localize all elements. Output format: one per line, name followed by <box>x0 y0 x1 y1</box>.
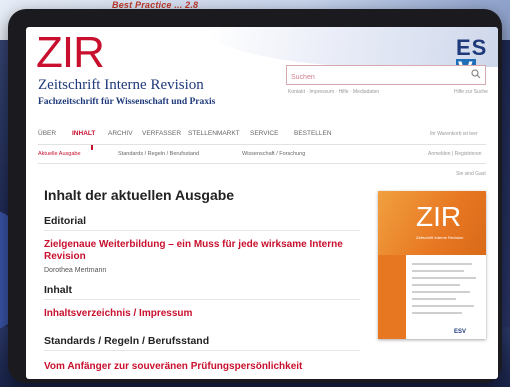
subnav-item-standards[interactable]: Standards / Regeln / Berufsstand <box>118 151 199 157</box>
cover-subtitle: Zeitschrift Interne Revision <box>416 235 464 240</box>
nav-item-verfasser[interactable]: VERFASSER <box>142 130 181 137</box>
search-box <box>286 65 486 87</box>
cover-text-lines <box>412 263 478 319</box>
article-link[interactable]: Zielgenaue Weiterbildung – ein Muss für … <box>44 239 344 263</box>
utility-links[interactable]: Kontakt · Impressum · Hilfe · Mediadaten <box>288 89 379 95</box>
section-title-inhalt: Inhalt <box>44 284 72 296</box>
search-icon[interactable] <box>471 69 481 79</box>
nav-item-stellenmarkt[interactable]: STELLENMARKT <box>188 130 240 137</box>
nav-item-archiv[interactable]: ARCHIV <box>108 130 133 137</box>
nav-item-ueber[interactable]: ÜBER <box>38 130 56 137</box>
sub-nav: Aktuelle Ausgabe Standards / Regeln / Be… <box>38 151 486 164</box>
article-link[interactable]: Vom Anfänger zur souveränen Prüfungspers… <box>44 361 302 373</box>
nav-item-inhalt[interactable]: INHALT <box>72 130 95 137</box>
search-input[interactable] <box>287 68 465 87</box>
section-title-standards: Standards / Regeln / Berufsstand <box>44 335 210 347</box>
nav-item-bestellen[interactable]: BESTELLEN <box>294 130 332 137</box>
cover-publisher-logo: ESV <box>454 329 467 335</box>
site-subtitle: Fachzeitschrift für Wissenschaft und Pra… <box>38 97 216 107</box>
issue-cover-image[interactable]: ZIR Zeitschrift Interne Revision ESV <box>378 191 486 339</box>
cart-status[interactable]: Ihr Warenkorb ist leer <box>430 131 478 137</box>
cover-side-stripe <box>378 255 406 339</box>
section-title-editorial: Editorial <box>44 215 87 227</box>
site-title: Zeitschrift Interne Revision <box>38 77 204 93</box>
cover-title: ZIR <box>416 201 462 232</box>
user-status: Sie sind Gast <box>456 171 486 177</box>
section-divider <box>44 299 360 300</box>
tablet-frame: ZIR Zeitschrift Interne Revision Fachzei… <box>8 9 502 383</box>
subnav-item-wissenschaft[interactable]: Wissenschaft / Forschung <box>242 151 305 157</box>
header-swoosh <box>206 27 498 67</box>
main-nav: ÜBER INHALT ARCHIV VERFASSER STELLENMARK… <box>38 130 486 145</box>
section-divider <box>44 350 360 351</box>
nav-item-service[interactable]: SERVICE <box>250 130 278 137</box>
article-link[interactable]: Inhaltsverzeichnis / Impressum <box>44 308 192 320</box>
section-divider <box>44 230 360 231</box>
login-register-link[interactable]: Anmelden | Registrieren <box>428 151 482 157</box>
subnav-item-aktuelle-ausgabe[interactable]: Aktuelle Ausgabe <box>38 151 81 157</box>
search-help-link[interactable]: Hilfe zur Suche <box>454 89 488 95</box>
page-title: Inhalt der aktuellen Ausgabe <box>44 187 235 203</box>
tablet-screen: ZIR Zeitschrift Interne Revision Fachzei… <box>26 27 498 379</box>
site-logo[interactable]: ZIR <box>36 31 105 75</box>
active-nav-marker <box>91 145 93 150</box>
article-author: Dorothea Mertmann <box>44 267 107 274</box>
